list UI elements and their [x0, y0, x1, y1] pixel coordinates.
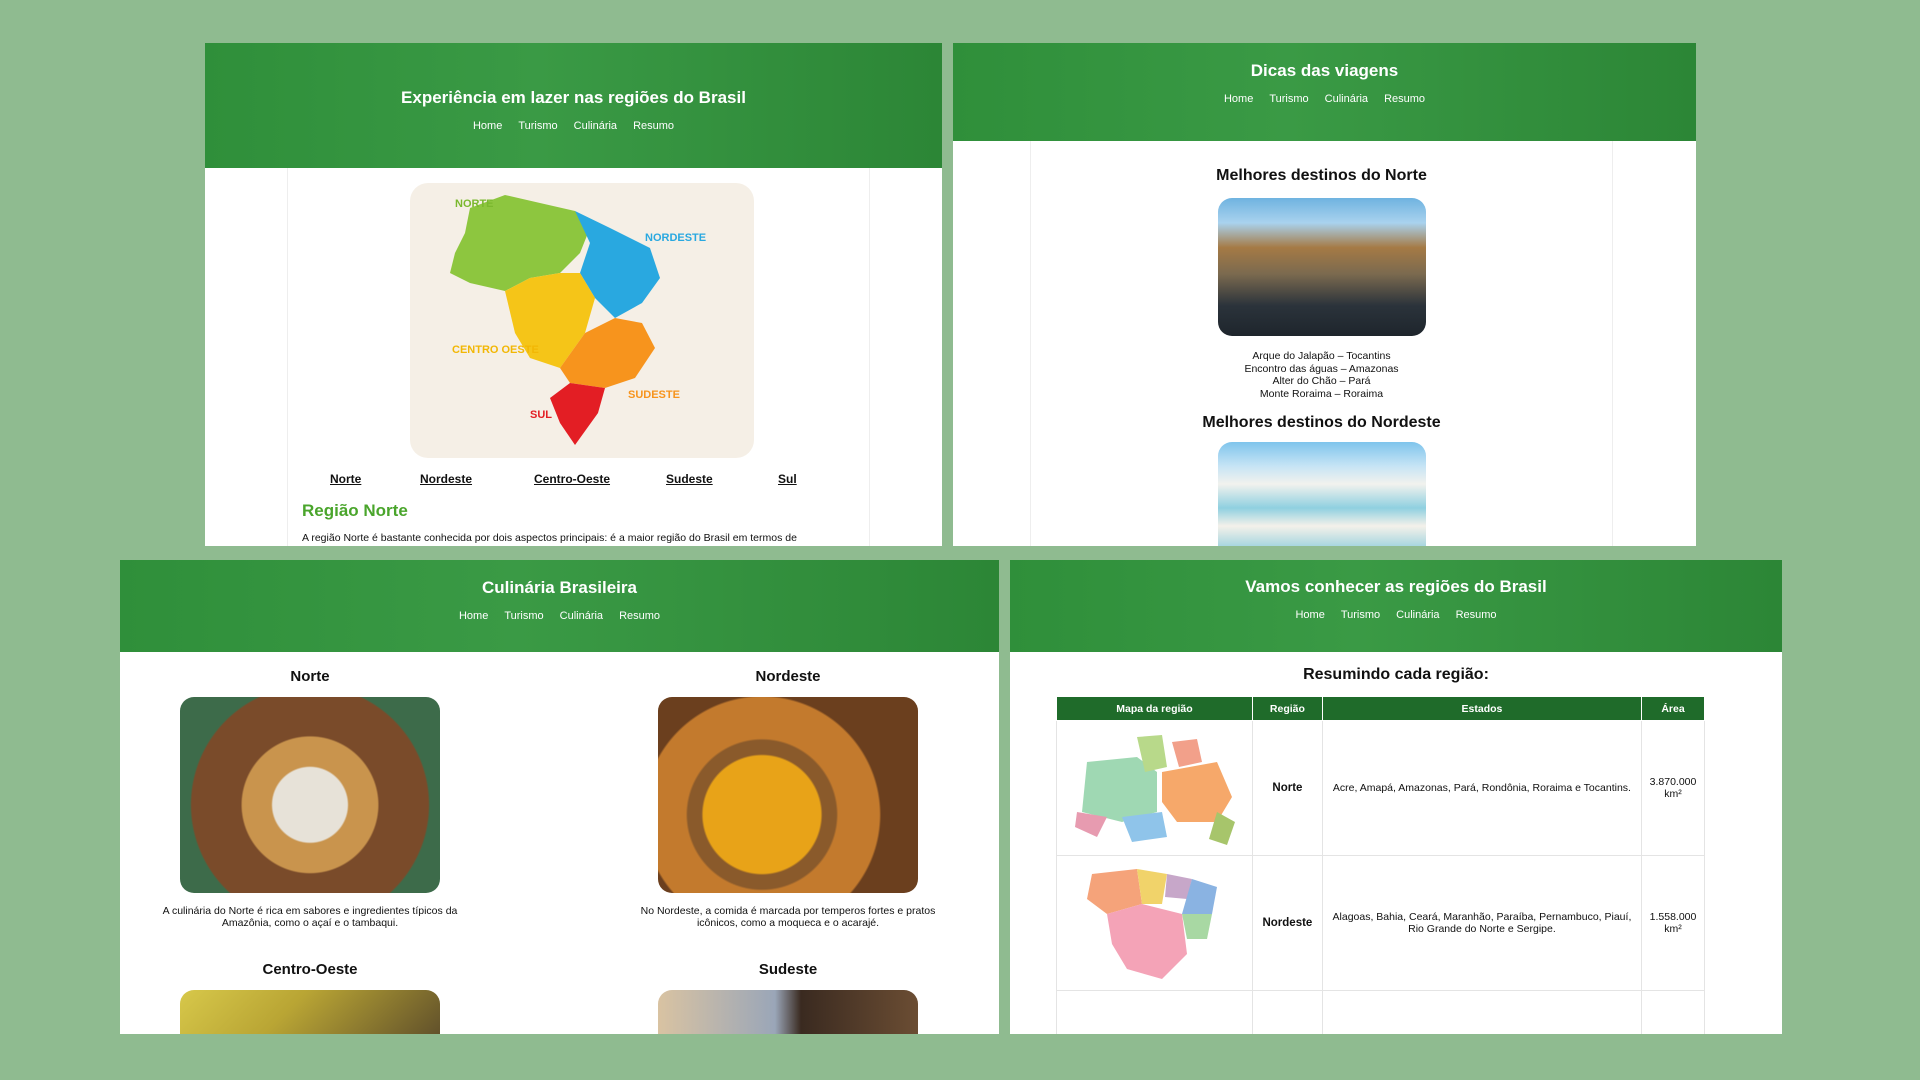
nav-home[interactable]: Home: [1295, 609, 1324, 621]
norte-destinations-title: Melhores destinos do Norte: [1216, 167, 1427, 184]
cuisine-title: Centro-Oeste: [262, 961, 358, 978]
nav-turismo[interactable]: Turismo: [518, 120, 557, 132]
nav-home[interactable]: Home: [1224, 93, 1253, 105]
centro-oeste-food-photo: [180, 990, 440, 1034]
cuisine-title: Sudeste: [758, 961, 818, 978]
nav-culinaria[interactable]: Culinária: [1396, 609, 1439, 621]
cuisine-title: Nordeste: [755, 668, 821, 685]
nav-menu: Home Turismo Culinária Resumo: [205, 120, 942, 132]
table-row: Nordeste Alagoas, Bahia, Ceará, Maranhão…: [1056, 855, 1705, 991]
list-item: Arque do Jalapão – Tocantins: [1252, 350, 1391, 362]
page-title: Dicas das viagens: [1250, 61, 1399, 80]
nav-menu: Home Turismo Culinária Resumo: [1010, 609, 1782, 621]
cuisine-card-nordeste: Nordeste No Nordeste, a comida é marcada…: [628, 668, 948, 929]
page-title: Experiência em lazer nas regiões do Bras…: [401, 88, 746, 107]
brazil-regions-map: NORTE NORDESTE CENTRO OESTE SUDESTE SUL: [410, 183, 754, 458]
list-item: Monte Roraima – Roraima: [1259, 387, 1384, 400]
table-row: Norte Acre, Amapá, Amazonas, Pará, Rondô…: [1056, 720, 1705, 856]
nav-resumo[interactable]: Resumo: [1456, 609, 1497, 621]
norte-food-photo: [180, 697, 440, 893]
nav-home[interactable]: Home: [459, 610, 488, 622]
link-norte[interactable]: Norte: [330, 472, 361, 486]
region-name: Nordeste: [1251, 855, 1323, 991]
travel-tips-panel: Dicas das viagens Home Turismo Culinária…: [953, 43, 1696, 546]
link-centro-oeste[interactable]: Centro-Oeste: [534, 472, 610, 486]
map-label-sudeste: SUDESTE: [628, 389, 680, 401]
nordeste-food-photo: [658, 697, 918, 893]
region-area: 3.870.000 km²: [1641, 720, 1705, 856]
nav-resumo[interactable]: Resumo: [633, 120, 674, 132]
centro-oeste-map-image: [1067, 1027, 1242, 1035]
nav-turismo[interactable]: Turismo: [1269, 93, 1308, 105]
region-name: Norte: [1251, 720, 1323, 856]
map-label-sul: SUL: [530, 409, 552, 421]
nav-menu: Home Turismo Culinária Resumo: [120, 610, 999, 622]
cuisine-text: No Nordeste, a comida é marcada por temp…: [640, 905, 936, 929]
norte-map-image: [1074, 734, 1235, 845]
nordeste-map-image: [1086, 869, 1217, 979]
region-text: A região Norte é bastante conhecida por …: [302, 532, 797, 544]
region-map-cell: [1056, 855, 1253, 991]
region-map-cell: [1056, 990, 1253, 1035]
link-nordeste[interactable]: Nordeste: [420, 472, 472, 486]
nav-home[interactable]: Home: [473, 120, 502, 132]
region-states: Alagoas, Bahia, Ceará, Maranhão, Paraíba…: [1321, 855, 1643, 991]
table-row: [1056, 990, 1705, 1035]
cuisine-text: A culinária do Norte é rica em sabores e…: [162, 905, 458, 929]
link-sudeste[interactable]: Sudeste: [666, 472, 713, 486]
nav-resumo[interactable]: Resumo: [1384, 93, 1425, 105]
header: Vamos conhecer as regiões do Brasil Home…: [1010, 560, 1782, 652]
nav-turismo[interactable]: Turismo: [1341, 609, 1380, 621]
page-title: Vamos conhecer as regiões do Brasil: [1245, 577, 1547, 596]
header: Dicas das viagens Home Turismo Culinária…: [953, 43, 1696, 141]
header: Experiência em lazer nas regiões do Bras…: [205, 43, 942, 168]
map-label-nordeste: NORDESTE: [645, 232, 706, 244]
region-states: Acre, Amapá, Amazonas, Pará, Rondônia, R…: [1321, 720, 1643, 856]
table-header-row: Mapa da região Região Estados Área: [1056, 696, 1705, 721]
lencois-maranhenses-photo: [1217, 442, 1426, 546]
cuisine-card-sudeste: Sudeste: [628, 961, 948, 1034]
nav-culinaria[interactable]: Culinária: [1325, 93, 1368, 105]
summary-panel: Vamos conhecer as regiões do Brasil Home…: [1010, 560, 1782, 1034]
region-title: Região Norte: [302, 501, 408, 520]
regions-table: Mapa da região Região Estados Área Norte…: [1056, 696, 1705, 1034]
list-item: Encontro das águas – Amazonas: [1244, 362, 1399, 375]
home-page-panel: Experiência em lazer nas regiões do Bras…: [205, 43, 942, 546]
cuisine-card-norte: Norte A culinária do Norte é rica em sab…: [150, 668, 470, 929]
nav-culinaria[interactable]: Culinária: [574, 120, 617, 132]
column-header: Região: [1251, 696, 1323, 721]
nav-turismo[interactable]: Turismo: [504, 610, 543, 622]
cuisine-card-centro-oeste: Centro-Oeste: [150, 961, 470, 1034]
cuisine-panel: Culinária Brasileira Home Turismo Culiná…: [120, 560, 999, 1034]
column-header: Área: [1641, 696, 1705, 721]
column-header: Mapa da região: [1056, 696, 1253, 721]
nordeste-destinations-title: Melhores destinos do Nordeste: [1202, 414, 1441, 431]
nav-culinaria[interactable]: Culinária: [560, 610, 603, 622]
cuisine-title: Norte: [290, 668, 330, 685]
nav-menu: Home Turismo Culinária Resumo: [953, 93, 1696, 105]
page-title: Culinária Brasileira: [482, 578, 637, 597]
list-item: Alter do Chão – Pará: [1272, 375, 1371, 387]
region-area: 1.558.000 km²: [1641, 855, 1705, 991]
column-header: Estados: [1321, 696, 1643, 721]
sudeste-food-photo: [658, 990, 918, 1034]
encontro-das-aguas-photo: [1217, 198, 1426, 336]
link-sul[interactable]: Sul: [778, 472, 797, 486]
nav-resumo[interactable]: Resumo: [619, 610, 660, 622]
header: Culinária Brasileira Home Turismo Culiná…: [120, 560, 999, 652]
norte-destinations-list: Arque do Jalapão – Tocantins Encontro da…: [1031, 350, 1612, 400]
map-label-centro-oeste: CENTRO OESTE: [452, 344, 539, 356]
table-title: Resumindo cada região:: [1303, 666, 1489, 683]
map-label-norte: NORTE: [455, 198, 494, 210]
region-map-cell: [1056, 720, 1253, 856]
